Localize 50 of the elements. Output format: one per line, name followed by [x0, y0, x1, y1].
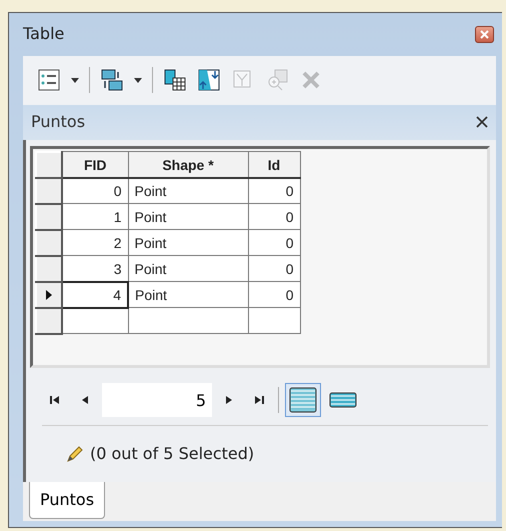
row-selector[interactable]: [36, 282, 62, 308]
close-icon[interactable]: [476, 116, 488, 128]
table-cell: Point: [128, 204, 248, 230]
current-row-icon: [46, 290, 52, 300]
row-selector[interactable]: [36, 230, 62, 256]
table-cell: 3: [62, 256, 128, 282]
switch-selection-icon: [197, 68, 221, 92]
column-header[interactable]: Id: [248, 152, 300, 178]
select-table-icon: [163, 68, 187, 92]
table-cell: 0: [248, 204, 300, 230]
table-cell: 0: [62, 178, 128, 204]
row-selector[interactable]: [36, 256, 62, 282]
caret-icon: [134, 78, 142, 83]
close-button[interactable]: [475, 26, 494, 43]
table-cell: Point: [128, 282, 248, 308]
last-record-icon: [254, 395, 264, 406]
column-header[interactable]: FID: [62, 152, 128, 178]
table-cell: Point: [128, 230, 248, 256]
panel-title: Puntos: [31, 111, 86, 134]
table-options-icon: [37, 68, 61, 92]
row-selector-header: [36, 152, 62, 178]
column-header[interactable]: Shape *: [128, 152, 248, 178]
table-cell: Point: [128, 178, 248, 204]
caret-icon: [71, 78, 79, 83]
row-selector[interactable]: [36, 204, 62, 230]
table-cell: 0: [248, 230, 300, 256]
table-view-icon: [289, 387, 317, 414]
table-view-icon: [329, 392, 357, 408]
close-icon: [480, 30, 489, 39]
table-cell: 4: [62, 282, 128, 308]
table-cell: 0: [248, 256, 300, 282]
table-cell: 0: [248, 282, 300, 308]
table-cell: 1: [62, 204, 128, 230]
next-record-icon: [224, 395, 234, 406]
selection-status: (0 out of 5 Selected): [90, 442, 254, 465]
row-selector[interactable]: [36, 178, 62, 204]
window-title: Table: [23, 23, 64, 46]
dropdown-button[interactable]: [69, 76, 81, 85]
record-number-field[interactable]: 5: [102, 383, 212, 418]
pencil-icon: [66, 444, 84, 463]
first-record-icon: [50, 395, 60, 406]
show-all-records-button[interactable]: [285, 383, 321, 418]
table-cell: 2: [62, 230, 128, 256]
related-tables-icon: [100, 68, 124, 92]
dropdown-button[interactable]: [132, 76, 144, 85]
tab[interactable]: Puntos: [29, 482, 106, 519]
table-cell: Point: [128, 256, 248, 282]
row-selector[interactable]: [36, 308, 62, 334]
previous-record-icon: [80, 395, 90, 406]
table-cell: 0: [248, 178, 300, 204]
